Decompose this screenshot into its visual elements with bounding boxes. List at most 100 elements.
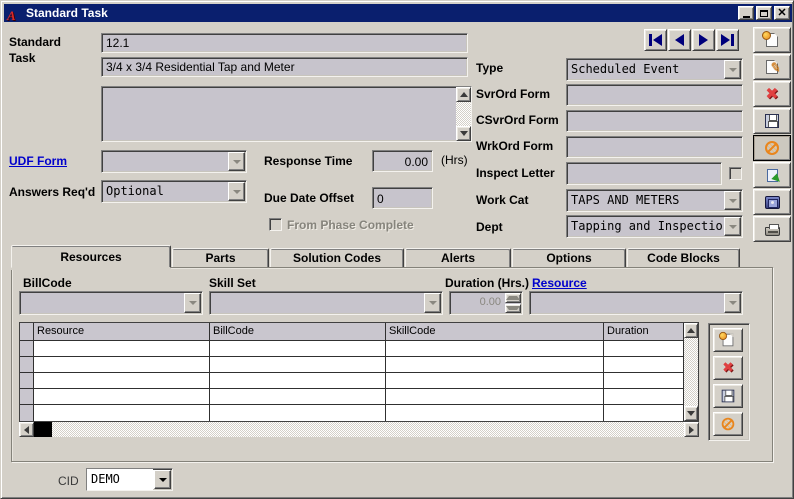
task-description-text <box>102 87 456 141</box>
grid-scroll-right-button[interactable] <box>684 422 699 437</box>
from-phase-complete-checkbox[interactable] <box>269 218 282 231</box>
grid-scroll-up-button[interactable] <box>684 323 698 338</box>
answers-reqd-dropdown-button[interactable] <box>228 182 245 201</box>
record-navigation <box>644 29 739 51</box>
vault-safe-icon <box>765 196 780 209</box>
maximize-icon <box>760 10 768 17</box>
chevron-down-icon <box>233 160 241 164</box>
cancel-button[interactable] <box>753 135 791 161</box>
grid-column-duration[interactable]: Duration <box>604 323 683 340</box>
next-record-button[interactable] <box>692 29 715 51</box>
chevron-down-icon <box>189 301 197 305</box>
grid-horizontal-scrollbar[interactable] <box>19 422 699 437</box>
duration-spin-down-button[interactable] <box>505 304 521 314</box>
csvrord-form-field[interactable] <box>566 110 743 132</box>
udf-form-dropdown-button[interactable] <box>228 152 245 171</box>
cancel-no-icon <box>765 141 779 155</box>
grid-column-resource[interactable]: Resource <box>34 323 210 340</box>
minimize-button[interactable] <box>738 6 754 20</box>
billcode-combo[interactable] <box>19 291 203 315</box>
grid-vertical-scrollbar[interactable] <box>683 323 698 421</box>
svrord-form-field[interactable] <box>566 84 743 106</box>
grid-column-skillcode[interactable]: SkillCode <box>386 323 604 340</box>
tab-resources[interactable]: Resources <box>11 245 171 268</box>
grid-delete-button[interactable]: ✖ <box>713 356 743 380</box>
skill-set-dropdown-button[interactable] <box>424 293 441 313</box>
save-button[interactable] <box>753 108 791 134</box>
description-scrollbar[interactable] <box>456 87 471 141</box>
grid-scroll-left-button[interactable] <box>19 422 34 437</box>
scroll-left-icon <box>24 426 29 434</box>
grid-hscroll-track[interactable] <box>52 422 684 437</box>
scroll-down-icon <box>460 131 468 136</box>
last-record-button[interactable] <box>716 29 739 51</box>
task-id-field[interactable]: 12.1 <box>101 33 468 53</box>
cid-dropdown-button[interactable] <box>154 470 171 489</box>
resource-link[interactable]: Resource <box>532 276 587 290</box>
duration-spin-up-button[interactable] <box>505 293 521 303</box>
grid-row-3[interactable] <box>20 373 683 389</box>
work-cat-dropdown-button[interactable] <box>724 191 741 210</box>
grid-button-panel: ✖ <box>708 323 750 441</box>
type-label: Type <box>476 61 563 75</box>
lookup-button[interactable] <box>753 27 791 53</box>
grid-row-5[interactable] <box>20 405 683 421</box>
resources-grid[interactable]: Resource BillCode SkillCode Duration <box>19 322 699 422</box>
wrkord-form-label: WrkOrd Form <box>476 139 563 153</box>
tab-options[interactable]: Options <box>512 248 626 268</box>
grid-column-billcode[interactable]: BillCode <box>210 323 386 340</box>
type-dropdown-button[interactable] <box>724 60 741 79</box>
billcode-dropdown-button[interactable] <box>184 293 201 313</box>
grid-row-1[interactable] <box>20 341 683 357</box>
tab-solution-codes[interactable]: Solution Codes <box>270 248 404 268</box>
vault-button[interactable] <box>753 189 791 215</box>
grid-row-2[interactable] <box>20 357 683 373</box>
scrollbar-track[interactable] <box>456 102 471 126</box>
inspect-letter-field[interactable] <box>566 162 722 185</box>
edit-button[interactable]: ✎ <box>753 54 791 80</box>
app-logo-icon: A <box>7 7 21 20</box>
due-date-offset-field[interactable]: 0 <box>372 187 433 209</box>
type-combo[interactable]: Scheduled Event <box>566 58 743 81</box>
response-time-field[interactable]: 0.00 <box>372 150 433 172</box>
task-description-area[interactable] <box>101 86 472 142</box>
skill-set-combo[interactable] <box>209 291 443 315</box>
dept-dropdown-button[interactable] <box>724 217 741 236</box>
grid-cancel-button[interactable] <box>713 412 743 436</box>
answers-reqd-combo[interactable]: Optional <box>101 180 247 203</box>
close-button[interactable]: ✕ <box>774 6 790 20</box>
grid-row-4[interactable] <box>20 389 683 405</box>
maximize-button[interactable] <box>756 6 772 20</box>
grid-save-button[interactable] <box>713 384 743 408</box>
wrkord-form-field[interactable] <box>566 136 743 158</box>
task-name-field[interactable]: 3/4 x 3/4 Residential Tap and Meter <box>101 57 468 77</box>
tab-code-blocks[interactable]: Code Blocks <box>627 248 740 268</box>
udf-form-combo[interactable] <box>101 150 247 173</box>
tab-alerts[interactable]: Alerts <box>405 248 511 268</box>
skill-set-label: Skill Set <box>209 276 256 290</box>
previous-record-button[interactable] <box>668 29 691 51</box>
resource-dropdown-button[interactable] <box>724 293 741 313</box>
udf-form-link[interactable]: UDF Form <box>9 154 67 168</box>
delete-button[interactable]: ✖ <box>753 81 791 107</box>
export-button[interactable] <box>753 162 791 188</box>
grid-scroll-down-button[interactable] <box>684 406 698 421</box>
grid-vscroll-track[interactable] <box>684 338 698 406</box>
work-cat-combo[interactable]: TAPS AND METERS <box>566 189 743 212</box>
grid-hscroll-thumb[interactable] <box>34 422 52 437</box>
grid-lookup-button[interactable] <box>713 328 743 352</box>
scroll-up-button[interactable] <box>456 87 471 102</box>
spin-up-icon <box>506 296 520 300</box>
dept-combo[interactable]: Tapping and Inspections <box>566 215 743 238</box>
duration-spinner[interactable]: 0.00 <box>449 291 523 315</box>
first-record-button[interactable] <box>644 29 667 51</box>
resource-combo[interactable] <box>529 291 743 315</box>
scroll-up-icon <box>460 92 468 97</box>
tab-parts[interactable]: Parts <box>172 248 269 268</box>
print-button[interactable] <box>753 216 791 242</box>
scroll-down-button[interactable] <box>456 126 471 141</box>
spin-down-icon <box>506 306 520 310</box>
inspect-letter-checkbox[interactable] <box>729 167 742 180</box>
cid-combo[interactable]: DEMO <box>86 468 173 491</box>
due-date-offset-label: Due Date Offset <box>264 191 354 205</box>
